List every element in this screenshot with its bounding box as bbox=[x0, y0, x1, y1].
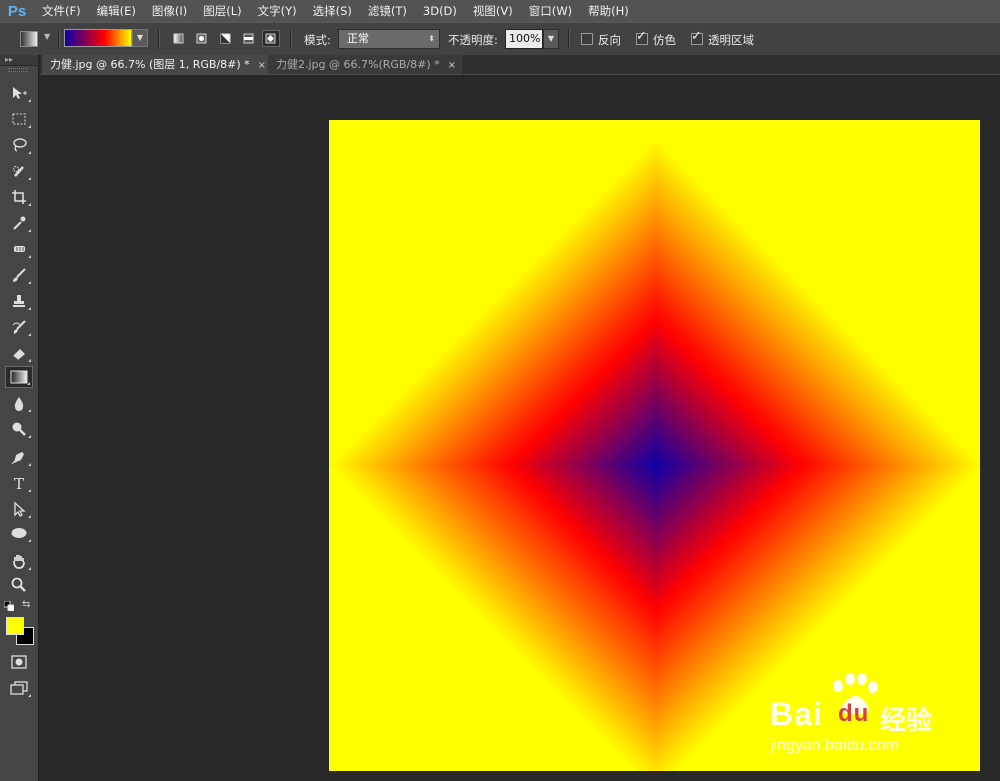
dither-label: 仿色 bbox=[653, 33, 676, 47]
menu-select[interactable]: 选择(S) bbox=[305, 3, 360, 19]
brush-tool-icon[interactable] bbox=[5, 264, 33, 286]
divider bbox=[290, 29, 292, 49]
menu-bar: Ps 文件(F) 编辑(E) 图像(I) 图层(L) 文字(Y) 选择(S) 滤… bbox=[0, 0, 1000, 22]
checkmark-icon: ✓ bbox=[691, 29, 702, 44]
healing-brush-tool-icon[interactable] bbox=[5, 238, 33, 260]
quick-mask-icon[interactable] bbox=[5, 651, 33, 673]
photoshop-logo: Ps bbox=[7, 2, 27, 20]
diamond-gradient-icon[interactable] bbox=[262, 30, 280, 47]
menu-image[interactable]: 图像(I) bbox=[144, 3, 195, 19]
reverse-label: 反向 bbox=[598, 33, 621, 47]
menu-file[interactable]: 文件(F) bbox=[34, 3, 89, 19]
gradient-tool-preset-icon bbox=[20, 31, 38, 47]
tab-document-1[interactable]: 力健.jpg @ 66.7% (图层 1, RGB/8#) * × bbox=[42, 55, 273, 74]
chevron-down-icon: ▼ bbox=[44, 32, 51, 41]
divider bbox=[158, 29, 160, 49]
menu-window[interactable]: 窗口(W) bbox=[521, 3, 580, 19]
zoom-tool-icon[interactable] bbox=[5, 574, 33, 596]
path-selection-tool-icon[interactable] bbox=[5, 498, 33, 520]
watermark-url: jingyan.baidu.com bbox=[770, 737, 899, 754]
mode-select[interactable]: 正常 ⬍ bbox=[338, 29, 440, 49]
foreground-color-swatch[interactable] bbox=[6, 617, 24, 635]
document-canvas[interactable] bbox=[329, 120, 980, 771]
document-tabs: 力健.jpg @ 66.7% (图层 1, RGB/8#) * × 力健2.jpg… bbox=[40, 55, 1000, 75]
diamond-gradient-artwork bbox=[329, 120, 980, 771]
checkmark-icon: ✓ bbox=[636, 29, 647, 44]
opacity-label: 不透明度: bbox=[448, 33, 498, 47]
opacity-input[interactable]: 100% bbox=[505, 29, 543, 49]
menu-edit[interactable]: 编辑(E) bbox=[89, 3, 144, 19]
swap-colors-icon[interactable]: ⇆ bbox=[22, 599, 34, 611]
menu-help[interactable]: 帮助(H) bbox=[580, 3, 637, 19]
angle-gradient-icon[interactable] bbox=[217, 30, 235, 47]
dodge-tool-icon[interactable] bbox=[5, 418, 33, 440]
quick-selection-tool-icon[interactable] bbox=[5, 160, 33, 182]
menu-filter[interactable]: 滤镜(T) bbox=[360, 3, 415, 19]
clone-stamp-tool-icon[interactable] bbox=[5, 290, 33, 312]
close-icon[interactable]: × bbox=[448, 60, 456, 71]
gradient-preview[interactable] bbox=[64, 29, 132, 47]
transparency-label: 透明区域 bbox=[708, 33, 754, 47]
type-tool-icon[interactable]: T bbox=[5, 472, 33, 494]
menu-type[interactable]: 文字(Y) bbox=[250, 3, 305, 19]
tab-label: 力健.jpg @ 66.7% (图层 1, RGB/8#) * bbox=[50, 58, 250, 71]
svg-text:T: T bbox=[14, 475, 24, 491]
gradient-tool-icon[interactable] bbox=[5, 366, 33, 388]
divider bbox=[58, 29, 60, 49]
updown-caret-icon: ⬍ bbox=[428, 34, 435, 43]
mode-label: 模式: bbox=[304, 33, 331, 47]
reverse-checkbox[interactable] bbox=[581, 33, 593, 45]
move-tool-icon[interactable] bbox=[5, 82, 33, 104]
reflected-gradient-icon[interactable] bbox=[240, 30, 258, 47]
toolbox: ▸▸ T ⇆ bbox=[0, 55, 39, 781]
tab-document-2[interactable]: 力健2.jpg @ 66.7%(RGB/8#) * × bbox=[268, 55, 463, 74]
panel-grip[interactable] bbox=[8, 68, 28, 72]
history-brush-tool-icon[interactable] bbox=[5, 316, 33, 338]
watermark-brand: Bai bbox=[770, 696, 823, 732]
divider bbox=[568, 29, 570, 49]
options-bar: ▼ ▼ 模式: 正常 ⬍ 不透明度: 100% ▼ 反向 ✓ 仿色 ✓ 透明区域 bbox=[0, 22, 1000, 56]
radial-gradient-icon[interactable] bbox=[193, 30, 211, 47]
close-icon[interactable]: × bbox=[258, 60, 266, 71]
collapse-panel-icon[interactable]: ▸▸ bbox=[0, 55, 38, 66]
marquee-tool-icon[interactable] bbox=[5, 108, 33, 130]
tool-preset-picker[interactable]: ▼ bbox=[16, 29, 54, 49]
eraser-tool-icon[interactable] bbox=[5, 342, 33, 364]
crop-tool-icon[interactable] bbox=[5, 186, 33, 208]
mode-value: 正常 bbox=[347, 32, 369, 45]
ellipse-tool-icon[interactable] bbox=[5, 522, 33, 544]
menu-view[interactable]: 视图(V) bbox=[465, 3, 521, 19]
pen-tool-icon[interactable] bbox=[5, 446, 33, 468]
hand-tool-icon[interactable] bbox=[5, 550, 33, 572]
watermark-cn: 经验 bbox=[880, 706, 933, 736]
blur-tool-icon[interactable] bbox=[5, 392, 33, 414]
opacity-dropdown-button[interactable]: ▼ bbox=[543, 29, 559, 49]
default-colors-icon[interactable] bbox=[3, 600, 15, 612]
tab-label: 力健2.jpg @ 66.7%(RGB/8#) * bbox=[276, 58, 440, 71]
lasso-tool-icon[interactable] bbox=[5, 134, 33, 156]
menu-layer[interactable]: 图层(L) bbox=[195, 3, 249, 19]
watermark-paw-text: du bbox=[838, 700, 870, 727]
eyedropper-tool-icon[interactable] bbox=[5, 212, 33, 234]
menu-3d[interactable]: 3D(D) bbox=[415, 4, 465, 18]
screen-mode-icon[interactable] bbox=[5, 677, 33, 699]
gradient-picker[interactable]: ▼ bbox=[64, 29, 148, 49]
linear-gradient-icon[interactable] bbox=[170, 30, 188, 47]
chevron-down-icon[interactable]: ▼ bbox=[132, 29, 148, 47]
